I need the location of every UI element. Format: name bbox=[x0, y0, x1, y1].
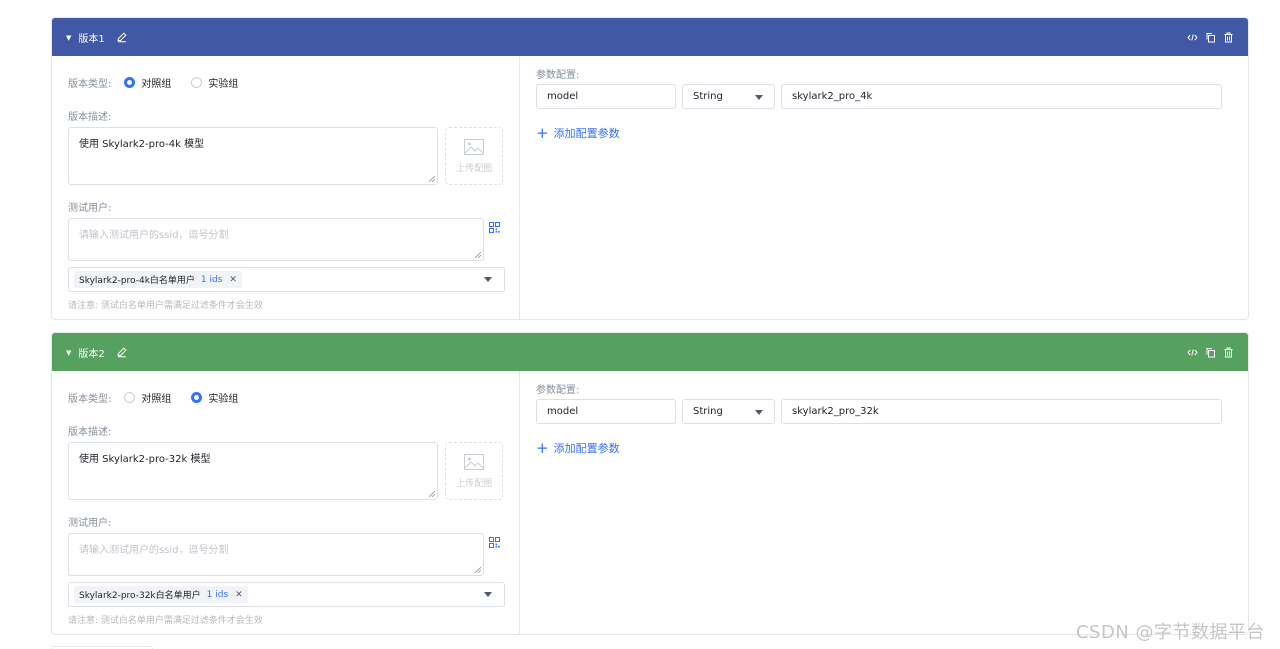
edit-icon[interactable] bbox=[116, 346, 128, 358]
test-users-label: 测试用户: bbox=[68, 518, 112, 529]
add-param-button[interactable]: + 添加配置参数 bbox=[536, 125, 1232, 141]
resize-handle-icon[interactable] bbox=[429, 176, 436, 182]
radio-label: 对照组 bbox=[141, 393, 172, 405]
param-config: 参数配置: model String skylark2_pro_4k + 添加配… bbox=[520, 56, 1248, 319]
header-actions bbox=[1187, 347, 1234, 358]
resize-handle-icon[interactable] bbox=[475, 567, 481, 573]
chevron-down-icon bbox=[755, 95, 763, 100]
whitelist-note: 请注意: 测试白名单用户需满足过滤条件才会生效 bbox=[68, 616, 263, 626]
image-icon bbox=[464, 138, 485, 155]
whitelist-tag-label: Skylark2-pro-4k白名单用户 bbox=[79, 276, 195, 286]
close-icon[interactable]: ✕ bbox=[235, 590, 243, 600]
code-icon[interactable] bbox=[1187, 347, 1198, 358]
caret-down-icon[interactable]: ▼ bbox=[66, 34, 71, 42]
delete-icon[interactable] bbox=[1223, 32, 1234, 43]
caret-down-icon[interactable]: ▼ bbox=[66, 349, 71, 357]
param-type-select[interactable]: String bbox=[682, 399, 775, 424]
whitelist-count[interactable]: 1 ids bbox=[207, 590, 229, 600]
radio-experiment-group[interactable]: 实验组 bbox=[191, 75, 238, 90]
whitelist-select[interactable]: Skylark2-pro-4k白名单用户 1 ids ✕ bbox=[68, 267, 505, 292]
radio-label: 实验组 bbox=[208, 393, 239, 405]
whitelist-select[interactable]: Skylark2-pro-32k白名单用户 1 ids ✕ bbox=[68, 582, 505, 607]
param-key-value: model bbox=[547, 406, 579, 417]
header-actions bbox=[1187, 32, 1234, 43]
upload-image-button[interactable]: 上传配图 bbox=[445, 442, 503, 500]
image-icon bbox=[464, 453, 485, 470]
param-row: model String skylark2_pro_4k bbox=[536, 84, 1232, 109]
version-title: 版本1 bbox=[78, 33, 105, 45]
version-settings: 版本类型: 对照组 实验组 版本描述: 使用 Skylark2-pro-32k … bbox=[52, 371, 520, 634]
edit-icon[interactable] bbox=[116, 31, 128, 43]
resize-handle-icon[interactable] bbox=[475, 252, 481, 258]
whitelist-count[interactable]: 1 ids bbox=[201, 275, 223, 285]
copy-icon[interactable] bbox=[1205, 347, 1216, 358]
description-textarea[interactable]: 使用 Skylark2-pro-32k 模型 bbox=[68, 442, 439, 500]
version-card-1: ▼ 版本1 版本类型: 对照组 实验组 版本描述: 使用 Skylark2-pr… bbox=[51, 17, 1249, 320]
radio-experiment-group[interactable]: 实验组 bbox=[191, 390, 238, 405]
params-label: 参数配置: bbox=[536, 70, 580, 81]
radio-control-group[interactable]: 对照组 bbox=[124, 75, 171, 90]
chevron-down-icon[interactable] bbox=[484, 277, 492, 282]
qrcode-icon[interactable] bbox=[489, 537, 500, 548]
param-type-value: String bbox=[693, 406, 723, 417]
param-value-input[interactable]: skylark2_pro_32k bbox=[781, 399, 1222, 424]
version-header: ▼ 版本1 bbox=[52, 18, 1248, 56]
version-card-2: ▼ 版本2 版本类型: 对照组 实验组 版本描述: 使用 Skylark2-pr… bbox=[51, 332, 1249, 635]
test-users-input[interactable]: 请输入测试用户的ssid，逗号分割 bbox=[68, 218, 484, 261]
whitelist-tag-label: Skylark2-pro-32k白名单用户 bbox=[79, 591, 201, 601]
whitelist-tag: Skylark2-pro-4k白名单用户 1 ids ✕ bbox=[74, 271, 242, 288]
test-users-label: 测试用户: bbox=[68, 203, 112, 214]
param-key-value: model bbox=[547, 91, 579, 102]
radio-button[interactable] bbox=[191, 391, 203, 403]
version-title: 版本2 bbox=[78, 348, 105, 360]
version-type-label: 版本类型: bbox=[68, 393, 112, 405]
qrcode-icon[interactable] bbox=[489, 222, 500, 233]
code-icon[interactable] bbox=[1187, 32, 1198, 43]
param-type-value: String bbox=[693, 91, 723, 102]
add-param-label: 添加配置参数 bbox=[553, 127, 620, 140]
test-users-placeholder: 请输入测试用户的ssid，逗号分割 bbox=[79, 545, 229, 556]
description-label: 版本描述: bbox=[68, 112, 112, 123]
delete-icon[interactable] bbox=[1223, 347, 1234, 358]
add-param-label: 添加配置参数 bbox=[553, 442, 620, 455]
radio-label: 对照组 bbox=[141, 78, 172, 90]
plus-icon: + bbox=[536, 123, 549, 142]
upload-image-button[interactable]: 上传配图 bbox=[445, 127, 503, 185]
param-value-text: skylark2_pro_32k bbox=[792, 406, 879, 417]
radio-button[interactable] bbox=[124, 391, 136, 403]
chevron-down-icon bbox=[755, 410, 763, 415]
whitelist-tag: Skylark2-pro-32k白名单用户 1 ids ✕ bbox=[74, 586, 248, 603]
upload-label: 上传配图 bbox=[456, 478, 493, 489]
radio-control-group[interactable]: 对照组 bbox=[124, 390, 171, 405]
close-icon[interactable]: ✕ bbox=[229, 275, 237, 285]
param-key-input[interactable]: model bbox=[536, 399, 676, 424]
add-param-button[interactable]: + 添加配置参数 bbox=[536, 440, 1232, 456]
plus-icon: + bbox=[536, 438, 549, 457]
whitelist-note: 请注意: 测试白名单用户需满足过滤条件才会生效 bbox=[68, 301, 263, 311]
description-value: 使用 Skylark2-pro-4k 模型 bbox=[79, 139, 205, 150]
test-users-input[interactable]: 请输入测试用户的ssid，逗号分割 bbox=[68, 533, 484, 576]
version-header: ▼ 版本2 bbox=[52, 333, 1248, 371]
param-row: model String skylark2_pro_32k bbox=[536, 399, 1232, 424]
description-label: 版本描述: bbox=[68, 427, 112, 438]
params-label: 参数配置: bbox=[536, 385, 580, 396]
radio-button[interactable] bbox=[124, 76, 136, 88]
radio-label: 实验组 bbox=[208, 78, 239, 90]
description-textarea[interactable]: 使用 Skylark2-pro-4k 模型 bbox=[68, 127, 439, 185]
test-users-placeholder: 请输入测试用户的ssid，逗号分割 bbox=[79, 230, 229, 241]
chevron-down-icon[interactable] bbox=[484, 592, 492, 597]
param-value-text: skylark2_pro_4k bbox=[792, 91, 873, 102]
watermark: CSDN @字节数据平台 bbox=[1075, 622, 1265, 643]
param-key-input[interactable]: model bbox=[536, 84, 676, 109]
description-value: 使用 Skylark2-pro-32k 模型 bbox=[79, 454, 211, 465]
copy-icon[interactable] bbox=[1205, 32, 1216, 43]
upload-label: 上传配图 bbox=[456, 163, 493, 174]
version-type-label: 版本类型: bbox=[68, 78, 112, 90]
param-config: 参数配置: model String skylark2_pro_32k + 添加… bbox=[520, 371, 1248, 634]
version-settings: 版本类型: 对照组 实验组 版本描述: 使用 Skylark2-pro-4k 模… bbox=[52, 56, 520, 319]
resize-handle-icon[interactable] bbox=[429, 491, 436, 497]
param-value-input[interactable]: skylark2_pro_4k bbox=[781, 84, 1222, 109]
param-type-select[interactable]: String bbox=[682, 84, 775, 109]
radio-button[interactable] bbox=[191, 76, 203, 88]
